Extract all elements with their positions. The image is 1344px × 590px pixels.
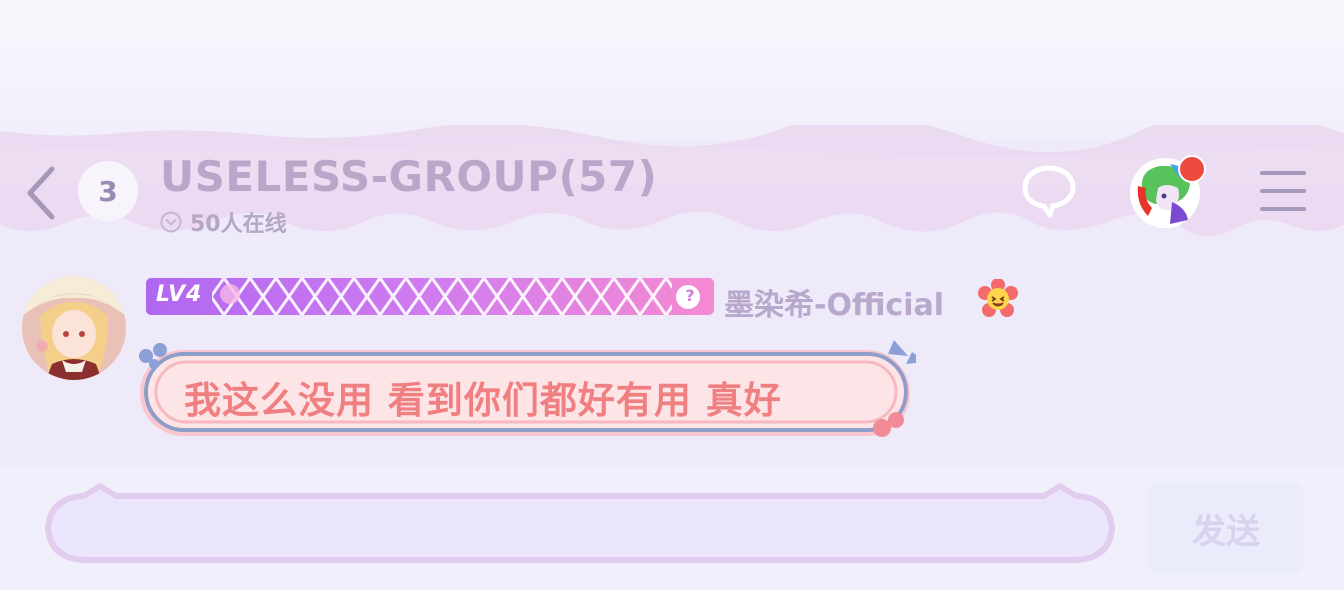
level-help-mark: ? [685, 286, 695, 305]
unread-count-badge[interactable]: 3 [78, 161, 138, 221]
emoji-flower-icon [978, 278, 1018, 317]
menu-button[interactable] [1258, 168, 1308, 218]
sender-name[interactable]: 墨染希-Official [724, 280, 944, 324]
sender-avatar[interactable] [22, 276, 126, 380]
top-background [0, 0, 1344, 140]
menu-icon [1260, 171, 1306, 211]
back-icon [27, 166, 55, 220]
message-input[interactable] [62, 504, 1096, 550]
online-count-label: 50人在线 [190, 212, 287, 237]
chat-bubble-button[interactable] [1020, 162, 1078, 224]
back-button[interactable] [22, 165, 62, 221]
level-badge[interactable] [146, 278, 714, 315]
send-button[interactable]: 发送 [1148, 482, 1304, 574]
online-members-toggle[interactable]: 50人在线 [160, 206, 287, 238]
chat-bubble-icon [1022, 165, 1076, 218]
chevron-down-icon [160, 211, 182, 233]
level-label: LV4 [156, 282, 203, 307]
message-text: 我这么没用 看到你们都好有用 真好 [184, 379, 782, 422]
group-title: USELESS-GROUP(57) [160, 152, 658, 201]
emoji-flower-badge [978, 278, 1018, 323]
notification-dot [1178, 155, 1206, 183]
